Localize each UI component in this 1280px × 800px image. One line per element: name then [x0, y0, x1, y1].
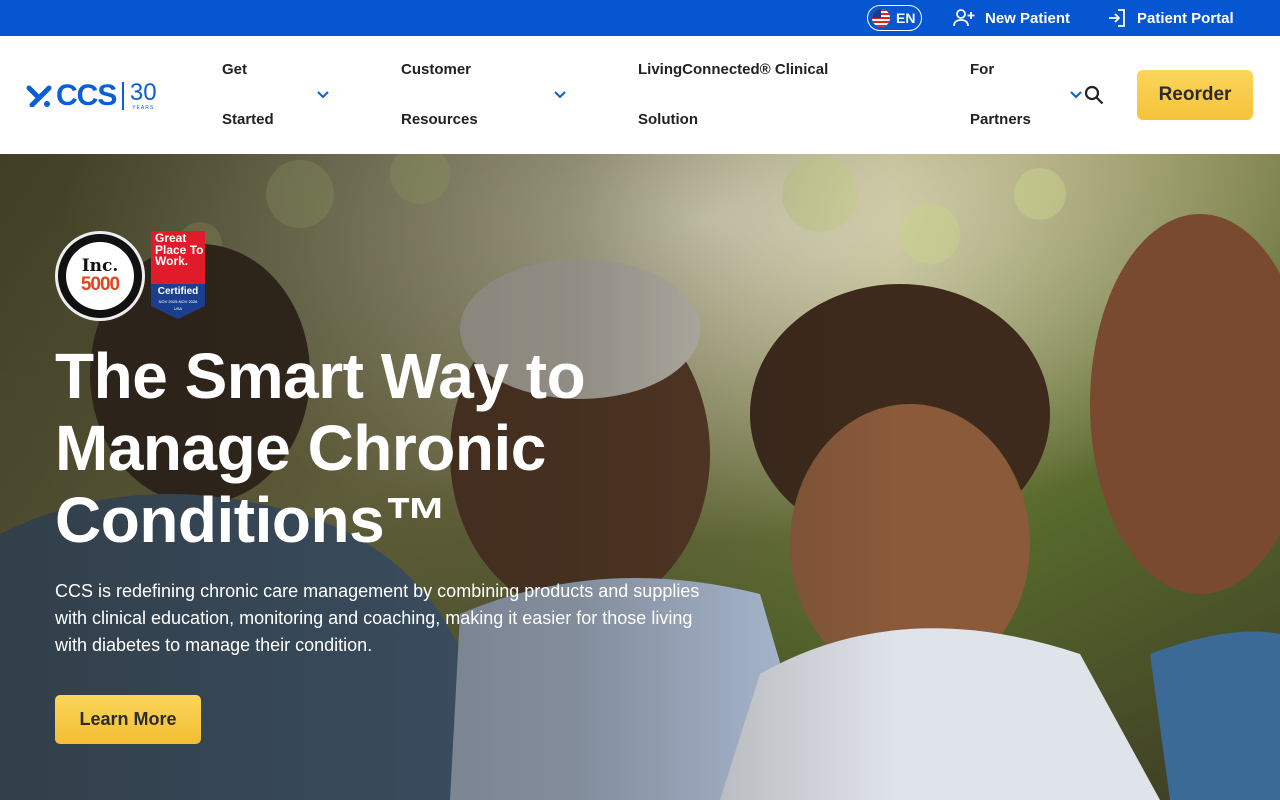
logo-divider [122, 82, 124, 110]
nav-label-line2: Partners [970, 111, 1031, 128]
inc-badge-title: Inc. [81, 256, 119, 276]
inc5000-badge: Inc. 5000 [55, 231, 145, 321]
ccs-mark-icon [26, 85, 52, 107]
search-icon[interactable] [1083, 84, 1105, 106]
chevron-down-icon[interactable] [316, 88, 330, 102]
logo-years-label: YEARS [132, 105, 155, 111]
reorder-button[interactable]: Reorder [1137, 70, 1253, 120]
gptw-dates: NOV 2025-NOV 2026 [158, 299, 198, 304]
learn-more-button[interactable]: Learn More [55, 695, 201, 744]
chevron-down-icon[interactable] [1069, 88, 1083, 102]
award-badges: Inc. 5000 Great Place To Work. Certified… [55, 231, 205, 321]
nav-livingconnected[interactable]: LivingConnected® Clinical Solution [638, 45, 858, 145]
gptw-country: USA [173, 306, 183, 311]
language-code: EN [896, 10, 916, 26]
gptw-certified: Certified NOV 2025-NOV 2026 USA [151, 284, 205, 319]
hero-section: Inc. 5000 Great Place To Work. Certified… [0, 154, 1280, 800]
patient-portal-label: Patient Portal [1137, 9, 1234, 27]
gptw-certified-label: Certified [157, 286, 199, 297]
nav-label-line1: For [970, 61, 995, 78]
ccs-logo[interactable]: CCS 30 YEARS [26, 79, 157, 112]
utility-bar: EN New Patient Patient Portal [0, 0, 1280, 36]
add-user-icon [953, 9, 975, 27]
us-flag-icon [872, 9, 890, 27]
nav-label-line2: Started [222, 111, 274, 128]
inc-badge-number: 5000 [80, 274, 120, 295]
hero-title: The Smart Way to Manage Chronic Conditio… [55, 340, 586, 556]
language-selector[interactable]: EN [867, 5, 922, 31]
great-place-to-work-badge: Great Place To Work. Certified NOV 2025-… [151, 231, 205, 319]
nav-label-line2: Resources [401, 111, 478, 128]
patient-portal-link[interactable]: Patient Portal [1107, 0, 1234, 36]
nav-label-line2: Solution [638, 111, 698, 128]
hero-description: CCS is redefining chronic care managemen… [55, 581, 700, 655]
new-patient-link[interactable]: New Patient [953, 0, 1070, 36]
gptw-badge-text: Great Place To Work. [155, 231, 204, 268]
main-header: CCS 30 YEARS Get Started Customer Resour… [0, 36, 1280, 154]
nav-label-line1: LivingConnected® Clinical [638, 61, 829, 78]
nav-for-partners[interactable]: For Partners [970, 45, 1160, 145]
login-icon [1109, 9, 1125, 27]
logo-anniversary: 30 YEARS [130, 81, 157, 111]
logo-text: CCS [56, 79, 117, 112]
logo-years-number: 30 [129, 79, 157, 106]
new-patient-label: New Patient [985, 9, 1071, 27]
chevron-down-icon[interactable] [553, 88, 567, 102]
